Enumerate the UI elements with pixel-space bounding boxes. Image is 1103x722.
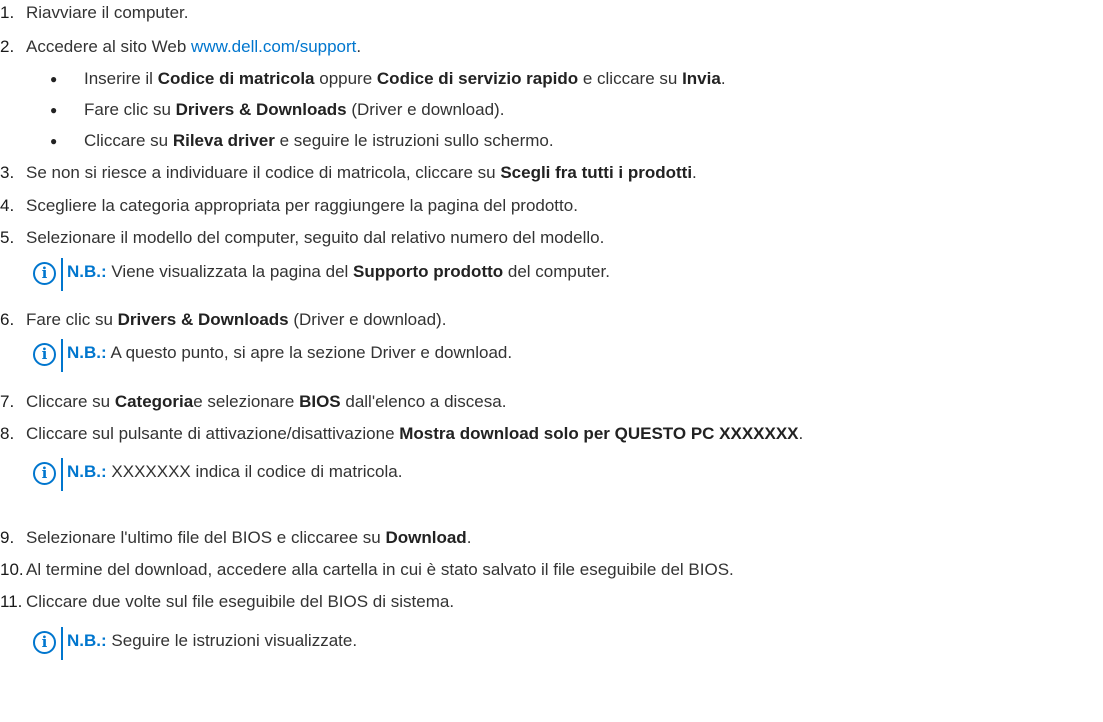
step-number: 2. [0,37,15,56]
note-divider [61,458,63,491]
step-text: Al termine del download, accedere alla c… [26,560,734,579]
info-circle-icon: i [33,262,56,285]
step-text: Riavviare il computer. [26,3,189,22]
note-divider [61,258,63,291]
info-circle-icon: i [33,631,56,654]
step-text: Selezionare l'ultimo file del BIOS e cli… [26,528,472,547]
note-text: N.B.: XXXXXXX indica il codice di matric… [67,462,403,481]
step-number: 4. [0,196,15,215]
step-number: 8. [0,424,15,443]
step-number: 5. [0,228,15,247]
step-number: 1. [0,3,15,22]
step-text: Fare clic su Drivers & Downloads (Driver… [26,310,447,329]
bullet-dot-icon: ● [50,134,58,148]
step-text: Se non si riesce a individuare il codice… [26,163,697,182]
step-number: 10. [0,560,24,579]
step-number: 7. [0,392,15,411]
step-number: 6. [0,310,15,329]
bullet-dot-icon: ● [50,103,58,117]
info-circle-icon: i [33,462,56,485]
note-text: N.B.: A questo punto, si apre la sezione… [67,343,513,362]
bullet-dot-icon: ● [50,72,58,86]
bullet-text: Cliccare su Rileva driver e seguire le i… [84,131,554,150]
step-text: Selezionare il modello del computer, seg… [26,228,605,247]
dell-support-link[interactable]: www.dell.com/support [191,37,356,56]
note-text: N.B.: Seguire le istruzioni visualizzate… [67,631,358,650]
note-text: N.B.: Viene visualizzata la pagina del S… [67,262,610,281]
step-text: Scegliere la categoria appropriata per r… [26,196,578,215]
step-number: 11. [0,592,23,611]
info-circle-icon: i [33,343,56,366]
bullet-text: Inserire il Codice di matricola oppure C… [84,69,726,88]
note-divider [61,339,63,372]
step-number: 9. [0,528,15,547]
step-text: Accedere al sito Web www.dell.com/suppor… [26,37,362,56]
note-divider [61,627,63,660]
step-number: 3. [0,163,15,182]
bullet-text: Fare clic su Drivers & Downloads (Driver… [84,100,505,119]
step-text: Cliccare due volte sul file eseguibile d… [26,592,455,611]
step-text: Cliccare su Categoriae selezionare BIOS … [26,392,507,411]
step-text: Cliccare sul pulsante di attivazione/dis… [26,424,804,443]
